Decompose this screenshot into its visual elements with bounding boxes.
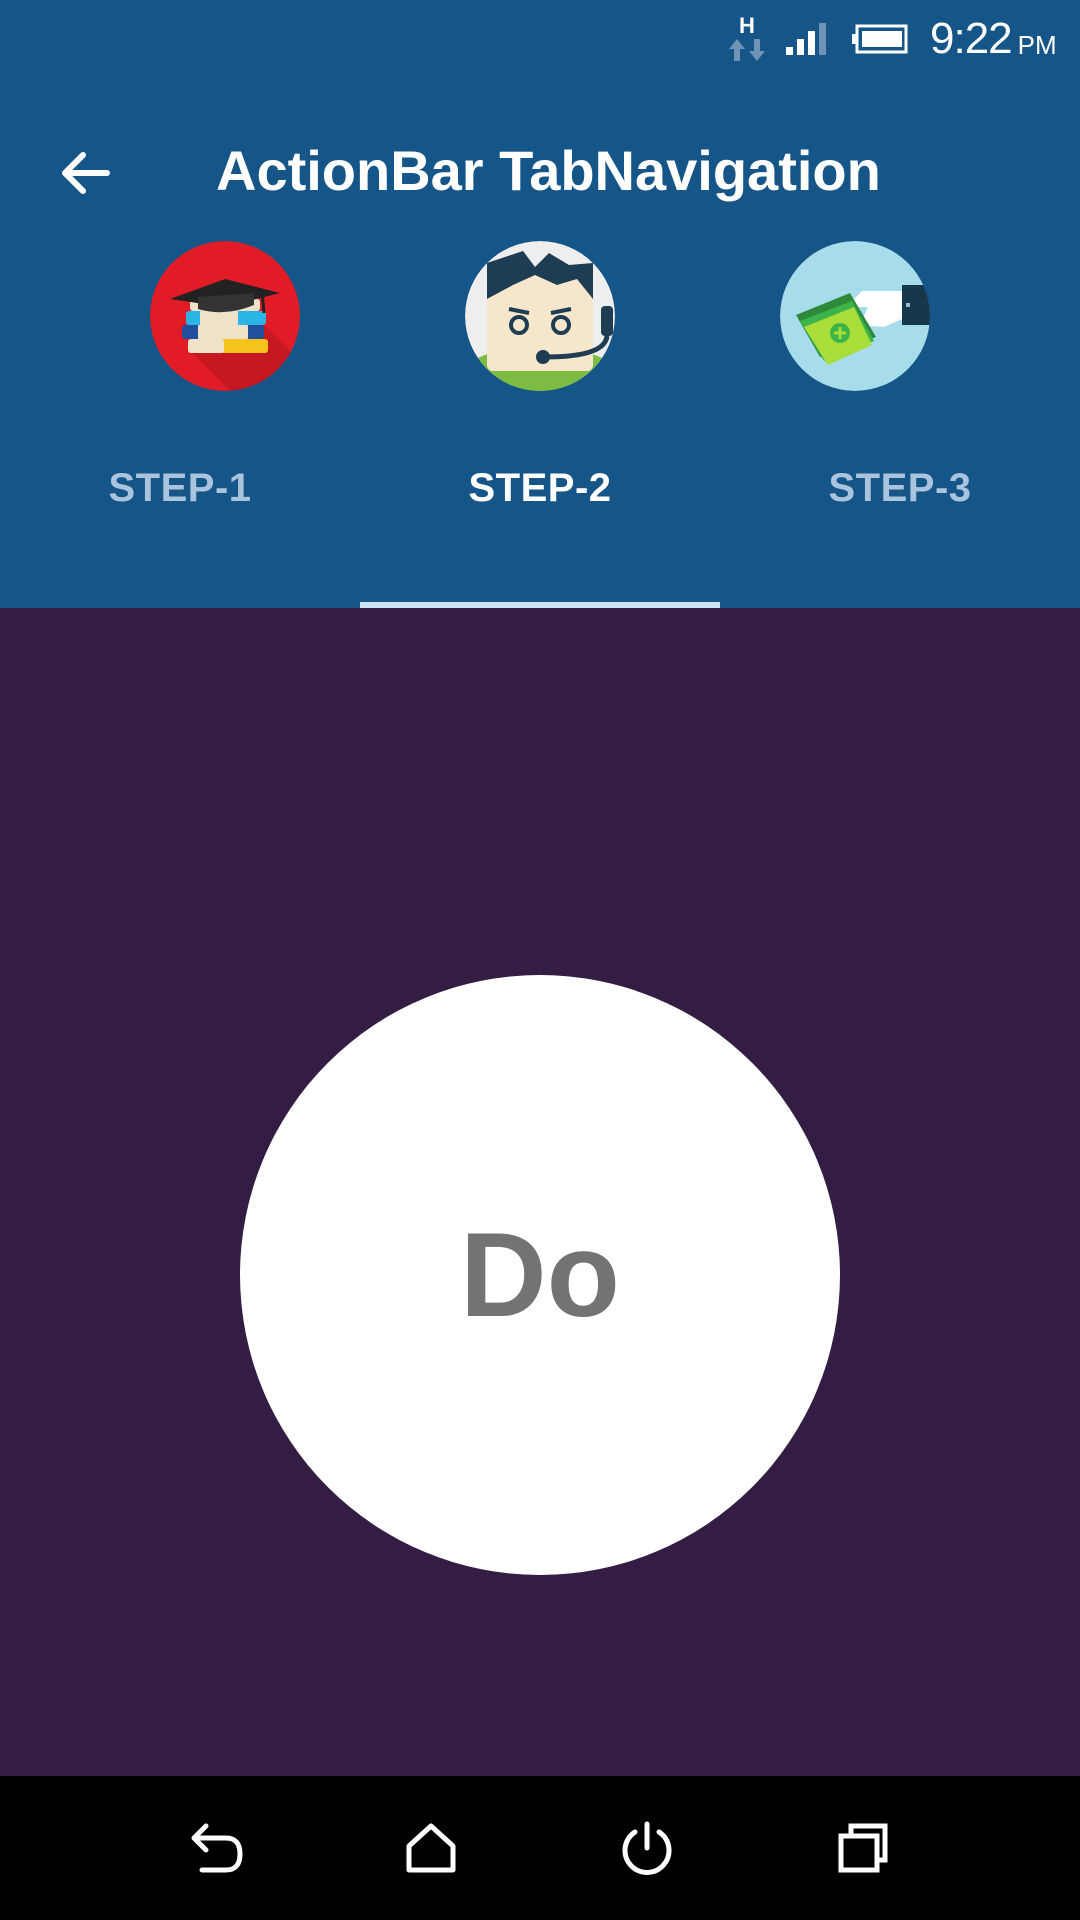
clock-time: 9:22 [930, 14, 1013, 63]
books-graduation-icon[interactable] [150, 241, 300, 391]
clock: 9:22 PM [930, 0, 1070, 78]
back-button[interactable] [40, 128, 130, 218]
support-agent-icon[interactable] [465, 241, 615, 391]
recent-apps-icon[interactable] [813, 1798, 913, 1898]
tab-step-2[interactable]: STEP-2 [360, 458, 720, 600]
tab-step-1[interactable]: STEP-1 [0, 458, 360, 600]
navigation-bar [0, 1776, 1080, 1920]
tab-step-3[interactable]: STEP-3 [720, 458, 1080, 600]
money-handover-icon[interactable] [780, 241, 930, 391]
home-icon[interactable] [381, 1798, 481, 1898]
app-bar: ActionBar TabNavigation STEP-1 STEP-2 ST… [0, 78, 1080, 608]
power-icon[interactable] [597, 1798, 697, 1898]
clock-ampm: PM [1017, 29, 1057, 60]
tab-step-1-label: STEP-1 [108, 466, 252, 510]
do-button-label: Do [460, 1208, 620, 1342]
network-type-label: H [739, 13, 755, 38]
content-area: Do [0, 608, 1080, 1776]
tab-step-2-label: STEP-2 [468, 466, 612, 510]
page-title: ActionBar TabNavigation [216, 139, 881, 202]
do-button[interactable]: Do [240, 975, 840, 1575]
network-type-icon: H [722, 0, 772, 78]
arrow-back-icon [62, 152, 110, 194]
status-bar: H 9:22 PM [0, 0, 1080, 78]
battery-icon [852, 0, 912, 78]
back-icon[interactable] [166, 1798, 266, 1898]
tab-step-3-label: STEP-3 [828, 466, 972, 510]
signal-icon [786, 0, 830, 78]
